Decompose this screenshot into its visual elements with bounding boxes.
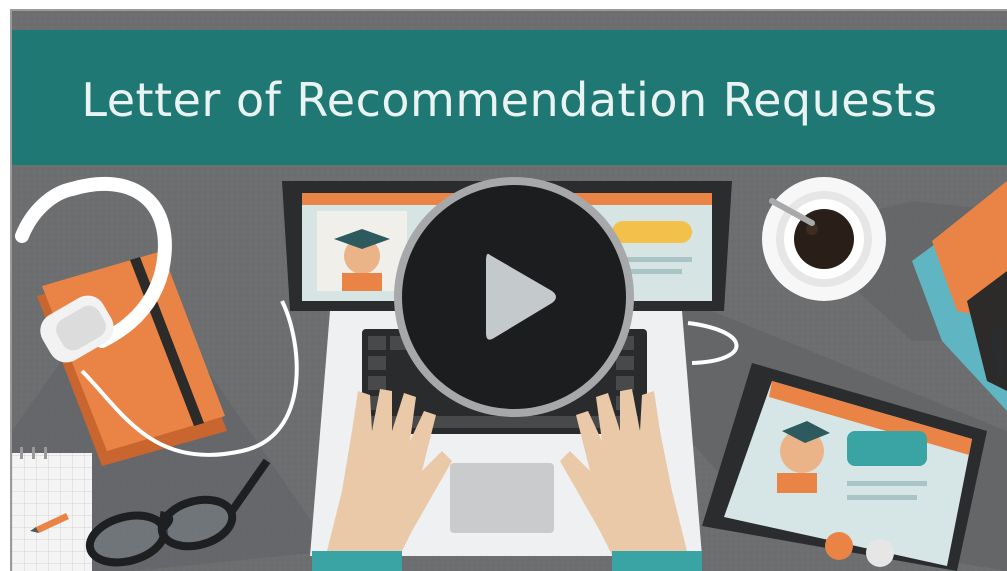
play-icon bbox=[394, 177, 634, 417]
play-button[interactable] bbox=[390, 173, 638, 421]
notepad-illustration bbox=[12, 447, 92, 571]
video-player[interactable]: Letter of Recommendation Requests bbox=[10, 9, 1007, 571]
video-title: Letter of Recommendation Requests bbox=[81, 72, 938, 127]
coffee-cup-illustration bbox=[762, 177, 886, 301]
video-title-bar: Letter of Recommendation Requests bbox=[12, 30, 1007, 165]
page-frame: Letter of Recommendation Requests bbox=[0, 0, 1007, 571]
